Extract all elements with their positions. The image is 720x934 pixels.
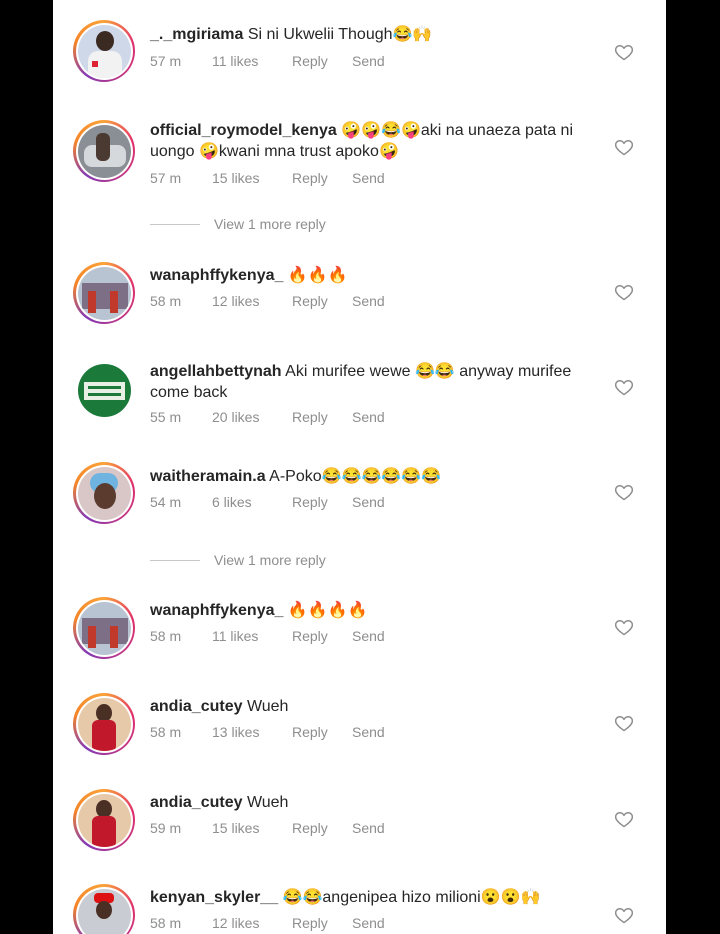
likes-count[interactable]: 15 likes	[212, 170, 292, 186]
comment-text: _._mgiriama Si ni Ukwelii Though😂🙌	[150, 24, 600, 45]
comment-time: 54 m	[150, 494, 182, 510]
comment-time: 58 m	[150, 628, 182, 644]
comment-time: 58 m	[150, 915, 182, 931]
comment-meta: 54 m 6 likes Reply Send	[150, 494, 385, 510]
comment-text: official_roymodel_kenya 🤪🤪😂🤪aki na unaez…	[150, 120, 600, 162]
comment-text: waitheramain.a A-Poko😂😂😂😂😂😂	[150, 466, 600, 487]
view-more-label[interactable]: View 1 more reply	[214, 552, 326, 568]
comment-body: Si ni Ukwelii Though😂🙌	[247, 26, 433, 43]
likes-count[interactable]: 20 likes	[212, 409, 292, 425]
comment-username[interactable]: kenyan_skyler__	[150, 889, 278, 906]
heart-icon[interactable]	[614, 713, 634, 733]
comment-meta: 58 m 13 likes Reply Send	[150, 724, 385, 740]
likes-count[interactable]: 12 likes	[212, 293, 292, 309]
send-button[interactable]: Send	[352, 53, 385, 69]
comment-meta: 57 m 15 likes Reply Send	[150, 170, 385, 186]
likes-count[interactable]: 13 likes	[212, 724, 292, 740]
comment-body: Wueh	[246, 794, 289, 811]
heart-icon[interactable]	[614, 42, 634, 62]
comment-username[interactable]: andia_cutey	[150, 698, 242, 715]
likes-count[interactable]: 12 likes	[212, 915, 292, 931]
comment-meta: 59 m 15 likes Reply Send	[150, 820, 385, 836]
send-button[interactable]: Send	[352, 409, 385, 425]
send-button[interactable]: Send	[352, 820, 385, 836]
view-more-replies[interactable]: View 1 more reply	[150, 552, 326, 568]
avatar[interactable]	[73, 597, 135, 659]
likes-count[interactable]: 6 likes	[212, 494, 292, 510]
heart-icon[interactable]	[614, 905, 634, 925]
avatar[interactable]	[73, 462, 135, 524]
comment-text: andia_cutey Wueh	[150, 792, 600, 813]
divider-line	[150, 223, 200, 225]
heart-icon[interactable]	[614, 137, 634, 157]
reply-button[interactable]: Reply	[292, 170, 352, 186]
comment-body: A-Poko😂😂😂😂😂😂	[269, 468, 442, 485]
comment-time: 57 m	[150, 53, 182, 69]
comment-time: 58 m	[150, 293, 182, 309]
avatar[interactable]	[73, 20, 135, 82]
avatar[interactable]	[73, 359, 135, 421]
heart-icon[interactable]	[614, 482, 634, 502]
likes-count[interactable]: 15 likes	[212, 820, 292, 836]
comment-text: kenyan_skyler__ 😂😂angenipea hizo milioni…	[150, 887, 600, 908]
avatar[interactable]	[73, 884, 135, 934]
avatar[interactable]	[73, 789, 135, 851]
heart-icon[interactable]	[614, 282, 634, 302]
comment-username[interactable]: wanaphffykenya_	[150, 267, 283, 284]
comments-screen: _._mgiriama Si ni Ukwelii Though😂🙌 57 m 1…	[53, 0, 666, 934]
reply-button[interactable]: Reply	[292, 915, 352, 931]
comment-text: angellahbettynah Aki murifee wewe 😂😂 any…	[150, 361, 600, 403]
comment-body: 😂😂angenipea hizo milioni😮😮🙌	[282, 889, 541, 906]
send-button[interactable]: Send	[352, 724, 385, 740]
send-button[interactable]: Send	[352, 628, 385, 644]
reply-button[interactable]: Reply	[292, 494, 352, 510]
comment-username[interactable]: waitheramain.a	[150, 468, 266, 485]
comment-username[interactable]: official_roymodel_kenya	[150, 122, 337, 139]
reply-button[interactable]: Reply	[292, 820, 352, 836]
comment-meta: 58 m 12 likes Reply Send	[150, 293, 385, 309]
send-button[interactable]: Send	[352, 293, 385, 309]
comment-username[interactable]: _._mgiriama	[150, 26, 243, 43]
view-more-label[interactable]: View 1 more reply	[214, 216, 326, 232]
comment-username[interactable]: wanaphffykenya_	[150, 602, 283, 619]
comment-time: 59 m	[150, 820, 182, 836]
reply-button[interactable]: Reply	[292, 53, 352, 69]
send-button[interactable]: Send	[352, 494, 385, 510]
comment-time: 57 m	[150, 170, 182, 186]
avatar[interactable]	[73, 120, 135, 182]
comment-meta: 57 m 11 likes Reply Send	[150, 53, 385, 69]
likes-count[interactable]: 11 likes	[212, 628, 292, 644]
reply-button[interactable]: Reply	[292, 293, 352, 309]
comment-meta: 58 m 12 likes Reply Send	[150, 915, 385, 931]
reply-button[interactable]: Reply	[292, 628, 352, 644]
comment-body: 🔥🔥🔥🔥	[287, 602, 368, 619]
divider-line	[150, 559, 200, 561]
avatar[interactable]	[73, 262, 135, 324]
heart-icon[interactable]	[614, 617, 634, 637]
comment-meta: 58 m 11 likes Reply Send	[150, 628, 385, 644]
reply-button[interactable]: Reply	[292, 409, 352, 425]
comment-time: 55 m	[150, 409, 182, 425]
likes-count[interactable]: 11 likes	[212, 53, 292, 69]
comment-meta: 55 m 20 likes Reply Send	[150, 409, 385, 425]
view-more-replies[interactable]: View 1 more reply	[150, 216, 326, 232]
send-button[interactable]: Send	[352, 170, 385, 186]
comment-username[interactable]: andia_cutey	[150, 794, 242, 811]
send-button[interactable]: Send	[352, 915, 385, 931]
comment-text: wanaphffykenya_ 🔥🔥🔥	[150, 265, 600, 286]
comment-username[interactable]: angellahbettynah	[150, 363, 282, 380]
avatar[interactable]	[73, 693, 135, 755]
heart-icon[interactable]	[614, 377, 634, 397]
comment-body: Wueh	[246, 698, 289, 715]
comment-body: 🔥🔥🔥	[287, 267, 348, 284]
heart-icon[interactable]	[614, 809, 634, 829]
comment-text: andia_cutey Wueh	[150, 696, 600, 717]
comment-time: 58 m	[150, 724, 182, 740]
comment-text: wanaphffykenya_ 🔥🔥🔥🔥	[150, 600, 600, 621]
reply-button[interactable]: Reply	[292, 724, 352, 740]
